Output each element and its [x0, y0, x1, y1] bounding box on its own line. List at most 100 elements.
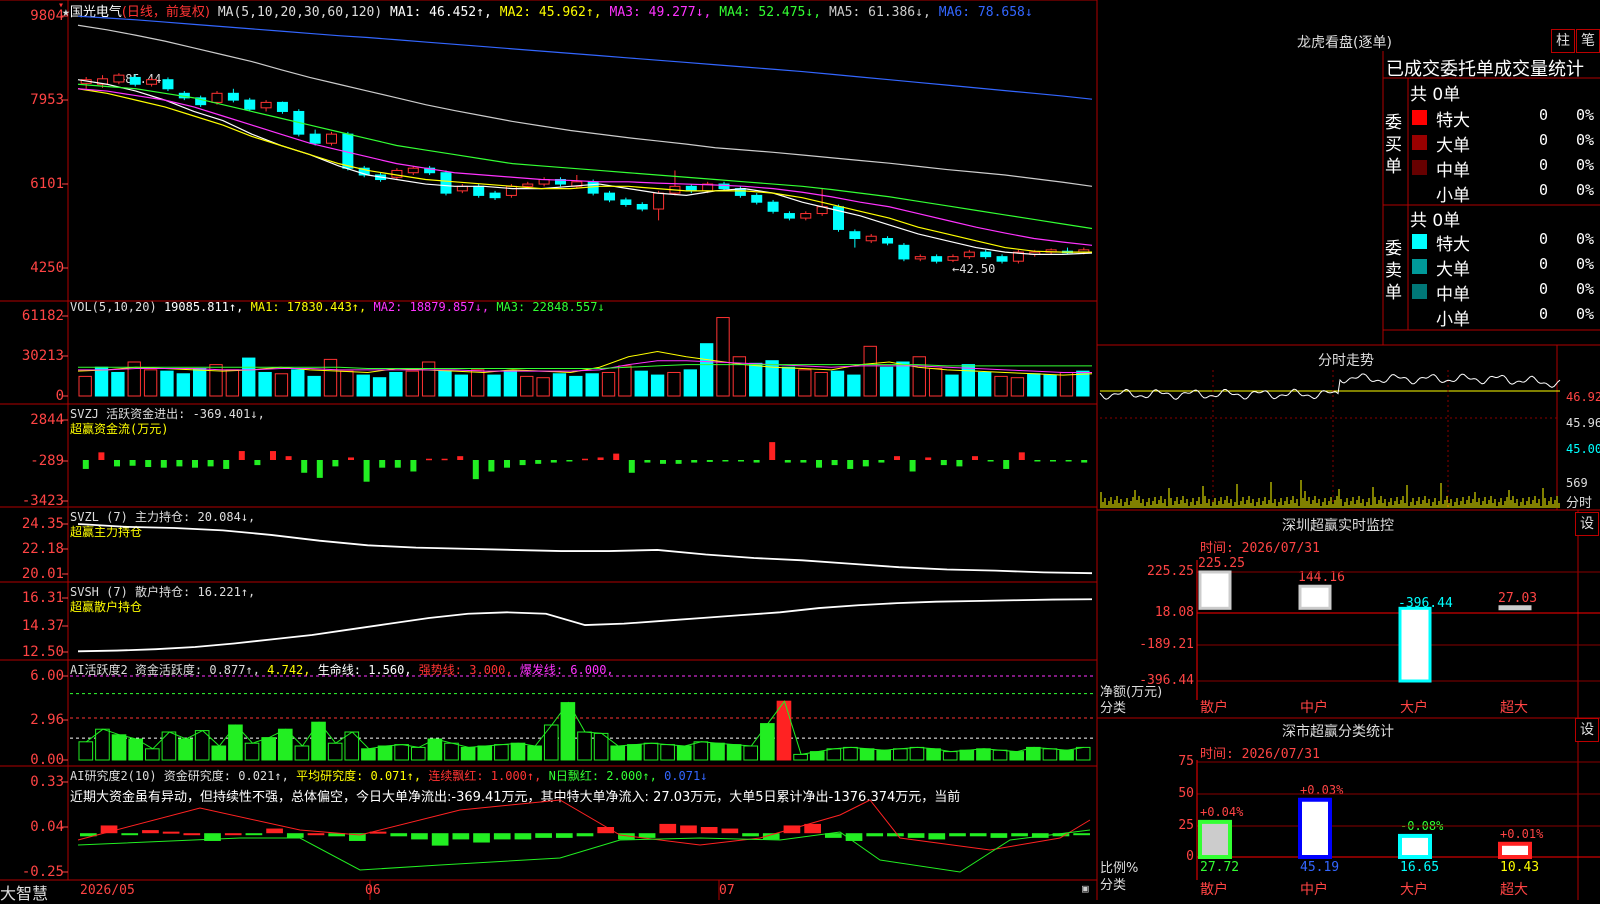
candle-body-32 [604, 192, 616, 201]
candle-body-48 [865, 235, 877, 242]
candle-body-9 [227, 92, 239, 101]
ma-line-MA6 [77, 15, 1093, 100]
chart-marks[interactable] [0, 0, 1600, 900]
volume-bar-19 [389, 371, 403, 397]
svzj-bar-19 [379, 460, 386, 468]
ai1-bar-2 [111, 734, 127, 761]
ai2-bar-42 [949, 833, 966, 837]
svzj-bar-3 [129, 460, 136, 466]
szcls-bar-0 [1198, 819, 1232, 859]
ai1-bar-34 [643, 742, 659, 761]
svzj-bar-38 [675, 460, 682, 464]
candle-body-14 [309, 133, 321, 144]
ai2-bar-21 [514, 833, 532, 840]
svzj-bar-25 [472, 460, 479, 480]
svzj-bar-17 [348, 457, 354, 460]
candle-body-55 [980, 251, 992, 258]
volume-bar-10 [242, 357, 256, 397]
volume-bar-16 [340, 370, 354, 397]
ai1-bar-17 [361, 748, 376, 761]
volume-bar-9 [225, 369, 240, 397]
candle-body-12 [276, 101, 288, 112]
svzj-bar-52 [894, 456, 900, 460]
ai1-bar-6 [178, 738, 193, 761]
ai1-bar-19 [394, 744, 409, 761]
ai2-bar-43 [969, 833, 987, 837]
candle-body-4 [146, 79, 158, 85]
szmon-bar-3 [1498, 605, 1532, 611]
svzj-bar-15 [316, 460, 323, 478]
ai2-bar-45 [1011, 833, 1028, 837]
svzj-bar-32 [582, 458, 588, 461]
szmon-bar-1 [1298, 584, 1332, 610]
ma-line-MA2 [77, 88, 1092, 253]
fenshi-price-line [1099, 373, 1561, 400]
svzj-bar-44 [769, 442, 776, 460]
candle-body-41 [751, 194, 763, 203]
ai1-bar-40 [743, 745, 759, 761]
candle-body-22 [440, 172, 452, 194]
ai2-bar-7 [224, 833, 242, 836]
ai2-bar-3 [142, 830, 159, 834]
svzj-bar-21 [410, 460, 417, 472]
ai2-bar-38 [866, 833, 884, 837]
volume-bar-38 [699, 343, 714, 397]
candle-body-23 [456, 185, 468, 192]
volume-bar-5 [160, 370, 174, 397]
candle-body-24 [473, 185, 485, 196]
candle-body-52 [931, 256, 943, 262]
candle-body-44 [800, 213, 812, 219]
candle-body-2 [113, 74, 125, 83]
svzj-bar-64 [1081, 460, 1088, 463]
svzj-bar-37 [660, 460, 666, 464]
volume-bar-34 [634, 370, 648, 397]
candle-body-20 [407, 167, 419, 174]
ai1-bar-33 [627, 744, 642, 761]
volume-bar-58 [1027, 373, 1041, 397]
ai2-bar-8 [245, 833, 263, 836]
candle-body-56 [996, 256, 1008, 262]
svzj-bar-45 [784, 460, 791, 463]
ai2-bar-37 [845, 833, 863, 841]
volume-bar-41 [749, 362, 763, 397]
volume-bar-59 [1043, 374, 1057, 397]
candle-body-43 [783, 213, 795, 219]
ai1-bar-26 [510, 742, 526, 761]
ai2-bar-18 [452, 833, 470, 840]
volume-bar-27 [520, 375, 534, 397]
svzj-bar-58 [987, 460, 994, 462]
ai2-bar-41 [928, 833, 946, 840]
ai2-bar-39 [887, 833, 904, 837]
ai1-bar-20 [410, 746, 426, 761]
volume-bar-26 [503, 370, 518, 397]
ai1-bar-10 [244, 742, 260, 761]
svzj-bar-51 [878, 460, 885, 463]
ai1-bar-58 [1042, 748, 1058, 761]
ai2-bar-28 [659, 823, 677, 834]
svzj-bar-53 [909, 460, 916, 472]
szmon-bar-2 [1398, 606, 1432, 683]
svzj-bar-29 [535, 460, 542, 464]
ai1-bar-45 [826, 748, 842, 761]
ai1-bar-49 [893, 748, 908, 761]
ai1-bar-30 [577, 731, 592, 761]
volume-bar-44 [798, 369, 812, 397]
svzj-bar-22 [426, 458, 432, 461]
ai1-bar-15 [327, 742, 343, 761]
volume-bar-36 [667, 371, 681, 397]
svzj-bar-49 [847, 460, 854, 469]
volume-bar-31 [585, 373, 599, 397]
svzj-bar-59 [1003, 460, 1010, 469]
ai2-bar-15 [390, 833, 408, 837]
ma-line-MA4 [77, 83, 1093, 230]
svzj-bar-14 [301, 460, 308, 473]
candle-body-42 [767, 201, 779, 212]
svzj-bar-28 [519, 460, 526, 466]
ai1-bar-24 [477, 745, 493, 761]
svzj-bar-10 [238, 451, 245, 460]
ai2-bar-9 [266, 828, 283, 834]
candle-body-47 [849, 231, 861, 240]
volume-bar-1 [94, 366, 109, 397]
ai1-bar-25 [494, 744, 509, 761]
svzj-bar-34 [613, 453, 620, 460]
